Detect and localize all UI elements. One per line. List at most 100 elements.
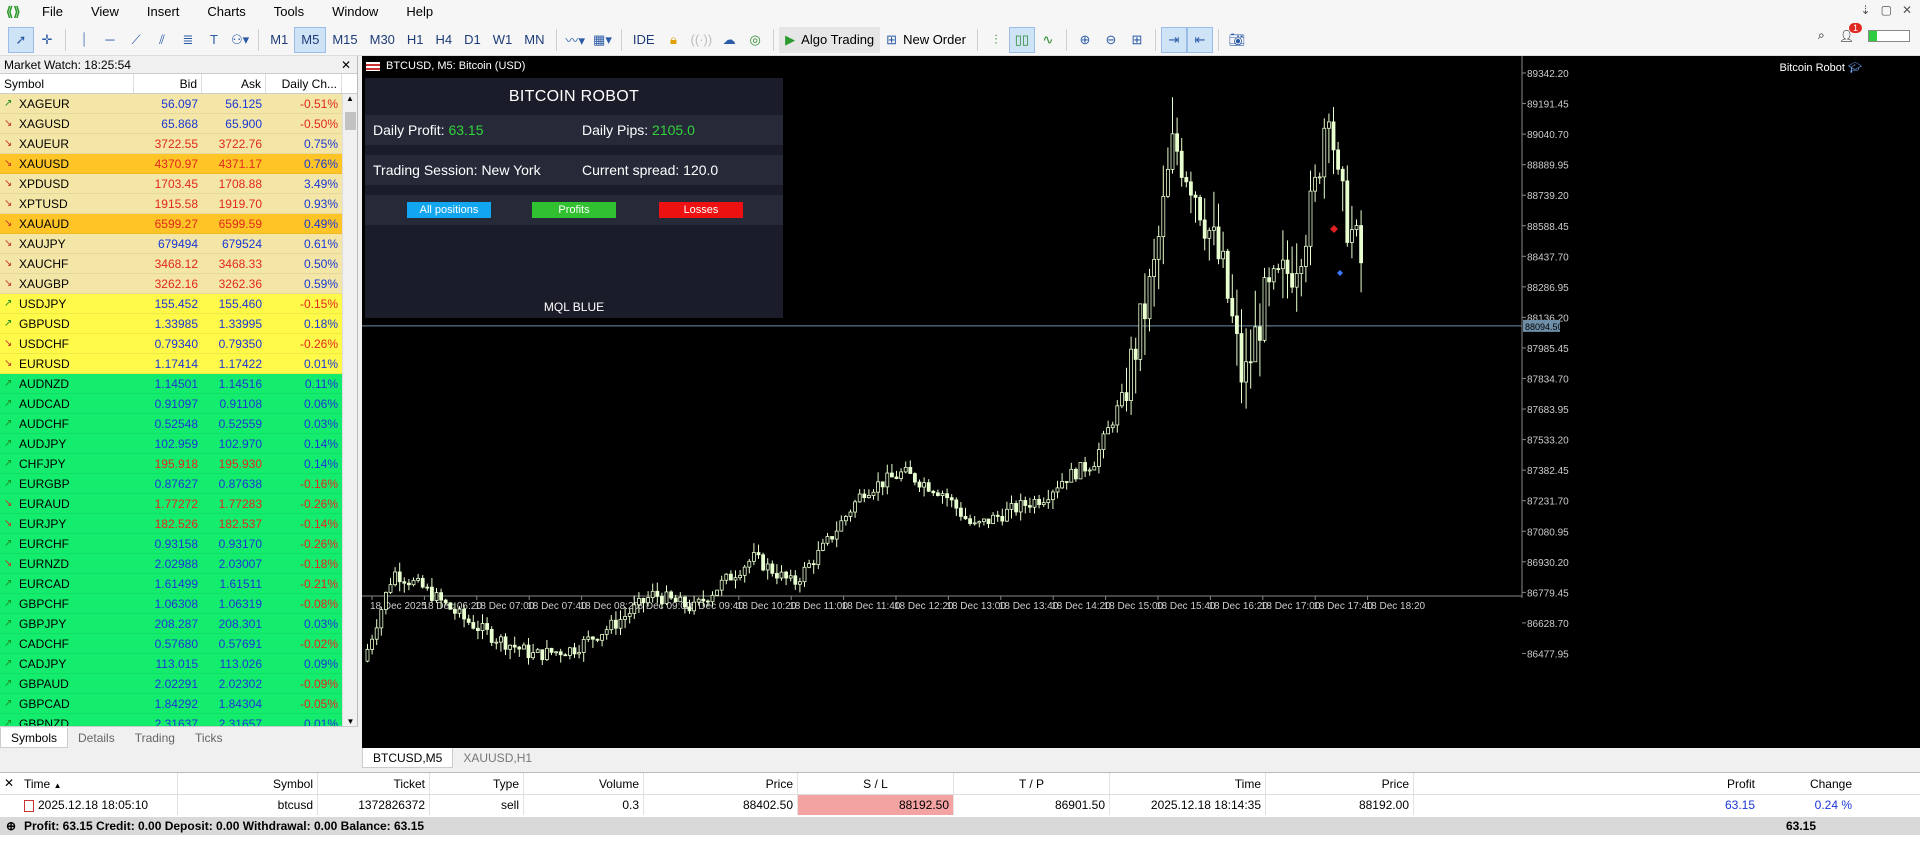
header-price-current[interactable]: Price	[1266, 773, 1414, 794]
list-item[interactable]: ↗ EURGBP 0.87627 0.87638 -0.16%	[0, 474, 343, 494]
header-sl[interactable]: S / L	[798, 773, 954, 794]
bar-chart-icon[interactable]: ⫶	[983, 27, 1009, 53]
list-item[interactable]: ↗ AUDNZD 1.14501 1.14516 0.11%	[0, 374, 343, 394]
list-item[interactable]: ↘ XPDUSD 1703.45 1708.88 3.49%	[0, 174, 343, 194]
minimize-icon[interactable]: ⇣	[1861, 3, 1871, 17]
list-item[interactable]: ↗ CADJPY 113.015 113.026 0.09%	[0, 654, 343, 674]
ide-button[interactable]: IDE	[627, 27, 661, 53]
all-positions-button[interactable]: All positions	[407, 202, 491, 218]
table-row[interactable]: 2025.12.18 18:05:10 btcusd 1372826372 se…	[0, 795, 1920, 815]
new-order-button[interactable]: ⊞ New Order	[880, 27, 972, 53]
candle-chart-icon[interactable]: ▯▯	[1008, 26, 1035, 53]
list-item[interactable]: ↘ XAUCHF 3468.12 3468.33 0.50%	[0, 254, 343, 274]
header-symbol[interactable]: Symbol	[178, 773, 318, 794]
zoom-out-icon[interactable]: ⊖	[1098, 27, 1124, 53]
list-item[interactable]: ↗ CADCHF 0.57680 0.57691 -0.02%	[0, 634, 343, 654]
header-daily-change[interactable]: Daily Ch...	[266, 74, 342, 93]
header-time-current[interactable]: Time	[1110, 773, 1266, 794]
tab-ticks[interactable]: Ticks	[185, 728, 233, 748]
list-item[interactable]: ↘ XAUUSD 4370.97 4371.17 0.76%	[0, 154, 343, 174]
list-item[interactable]: ↗ GBPUSD 1.33985 1.33995 0.18%	[0, 314, 343, 334]
profits-button[interactable]: Profits	[532, 202, 616, 218]
list-item[interactable]: ↗ AUDCHF 0.52548 0.52559 0.03%	[0, 414, 343, 434]
tf-m30[interactable]: M30	[364, 27, 401, 53]
tf-m1[interactable]: M1	[264, 27, 294, 53]
chart-window[interactable]: 89342.20 89191.45 89040.70 88889.95 88739.20…	[362, 56, 1920, 748]
crosshair-icon[interactable]: ✛	[34, 27, 60, 53]
scroll-up-icon[interactable]: ▲	[343, 94, 357, 103]
close-icon[interactable]: ✕	[4, 776, 14, 790]
header-price[interactable]: Price	[644, 773, 798, 794]
position-sl[interactable]: 88192.50	[798, 795, 954, 815]
chart-shift-icon[interactable]: ⇤	[1186, 26, 1213, 53]
list-item[interactable]: ↘ XAUEUR 3722.55 3722.76 0.75%	[0, 134, 343, 154]
zoom-in-icon[interactable]: ⊕	[1072, 27, 1098, 53]
list-item[interactable]: ↘ EURNZD 2.02988 2.03007 -0.18%	[0, 554, 343, 574]
menu-tools[interactable]: Tools	[260, 0, 318, 24]
position-tp[interactable]: 86901.50	[954, 795, 1110, 815]
tf-h4[interactable]: H4	[430, 27, 459, 53]
channel-icon[interactable]: ⫽	[149, 27, 175, 53]
list-item[interactable]: ↗ GBPAUD 2.02291 2.02302 -0.09%	[0, 674, 343, 694]
close-icon[interactable]: ✕	[1902, 3, 1912, 17]
close-icon[interactable]: ✕	[341, 56, 351, 74]
list-item[interactable]: ↗ GBPJPY 208.287 208.301 0.03%	[0, 614, 343, 634]
tab-btcusd-m5[interactable]: BTCUSD,M5	[362, 748, 454, 768]
screenshot-icon[interactable]: 📷︎	[1224, 27, 1250, 53]
expand-icon[interactable]: ⊕	[6, 817, 16, 835]
line-chart-icon[interactable]: ∿	[1035, 27, 1061, 53]
header-profit[interactable]: Profit	[1414, 773, 1759, 794]
scrollbar[interactable]: ▲ ▼	[342, 94, 357, 726]
tf-m15[interactable]: M15	[326, 27, 363, 53]
scroll-down-icon[interactable]: ▼	[343, 717, 358, 726]
search-icon[interactable]: ⌕	[1818, 28, 1825, 43]
algo-trading-button[interactable]: ▶ Algo Trading	[779, 26, 881, 53]
tf-mn[interactable]: MN	[518, 27, 550, 53]
header-ask[interactable]: Ask	[202, 74, 266, 93]
tf-m5[interactable]: M5	[294, 26, 327, 53]
list-item[interactable]: ↗ GBPCAD 1.84292 1.84304 -0.05%	[0, 694, 343, 714]
menu-view[interactable]: View	[77, 0, 133, 24]
list-item[interactable]: ↘ USDCHF 0.79340 0.79350 -0.26%	[0, 334, 343, 354]
shapes-icon[interactable]: ⚇▾	[227, 27, 253, 53]
header-bid[interactable]: Bid	[134, 74, 202, 93]
list-item[interactable]: ↘ XAUAUD 6599.27 6599.59 0.49%	[0, 214, 343, 234]
menu-insert[interactable]: Insert	[133, 0, 194, 24]
list-item[interactable]: ↘ XPTUSD 1915.58 1919.70 0.93%	[0, 194, 343, 214]
cursor-icon[interactable]: ➚	[8, 26, 34, 53]
tab-details[interactable]: Details	[68, 728, 125, 748]
tf-w1[interactable]: W1	[487, 27, 519, 53]
list-item[interactable]: ↘ XAGUSD 65.868 65.900 -0.50%	[0, 114, 343, 134]
header-time[interactable]: Time ▲	[20, 773, 178, 794]
list-item[interactable]: ↗ EURCHF 0.93158 0.93170 -0.26%	[0, 534, 343, 554]
list-item[interactable]: ↘ EURJPY 182.526 182.537 -0.14%	[0, 514, 343, 534]
losses-button[interactable]: Losses	[659, 202, 743, 218]
tab-xauusd-h1[interactable]: XAUUSD,H1	[453, 748, 542, 768]
list-item[interactable]: ↘ XAUJPY 679494 679524 0.61%	[0, 234, 343, 254]
list-item[interactable]: ↘ XAUGBP 3262.16 3262.36 0.59%	[0, 274, 343, 294]
scroll-thumb[interactable]	[345, 112, 356, 130]
tf-d1[interactable]: D1	[458, 27, 487, 53]
close-marker[interactable]	[1337, 270, 1343, 276]
signal-icon[interactable]: ((·))	[687, 27, 717, 53]
chart-type-icon[interactable]: 〰▾	[562, 27, 590, 53]
autoscroll-icon[interactable]: ⇥	[1160, 26, 1187, 53]
list-item[interactable]: ↗ GBPCHF 1.06308 1.06319 -0.08%	[0, 594, 343, 614]
fibonacci-icon[interactable]: ≣	[175, 27, 201, 53]
list-item[interactable]: ↗ AUDJPY 102.959 102.970 0.14%	[0, 434, 343, 454]
restore-icon[interactable]: ▢	[1881, 3, 1892, 17]
list-item[interactable]: ↘ EURAUD 1.77272 1.77283 -0.26%	[0, 494, 343, 514]
list-item[interactable]: ↘ EURUSD 1.17414 1.17422 0.01%	[0, 354, 343, 374]
horizontal-line-icon[interactable]: ─	[97, 27, 123, 53]
tab-trading[interactable]: Trading	[125, 728, 185, 748]
header-type[interactable]: Type	[430, 773, 524, 794]
header-tp[interactable]: T / P	[954, 773, 1110, 794]
list-item[interactable]: ↗ AUDCAD 0.91097 0.91108 0.06%	[0, 394, 343, 414]
lock-icon[interactable]: 🔒︎	[661, 27, 687, 53]
menu-window[interactable]: Window	[318, 0, 392, 24]
menu-file[interactable]: File	[28, 0, 77, 24]
menu-help[interactable]: Help	[392, 0, 447, 24]
header-change[interactable]: Change	[1759, 773, 1856, 794]
trendline-icon[interactable]: ⟋	[123, 27, 149, 53]
list-item[interactable]: ↗ USDJPY 155.452 155.460 -0.15%	[0, 294, 343, 314]
